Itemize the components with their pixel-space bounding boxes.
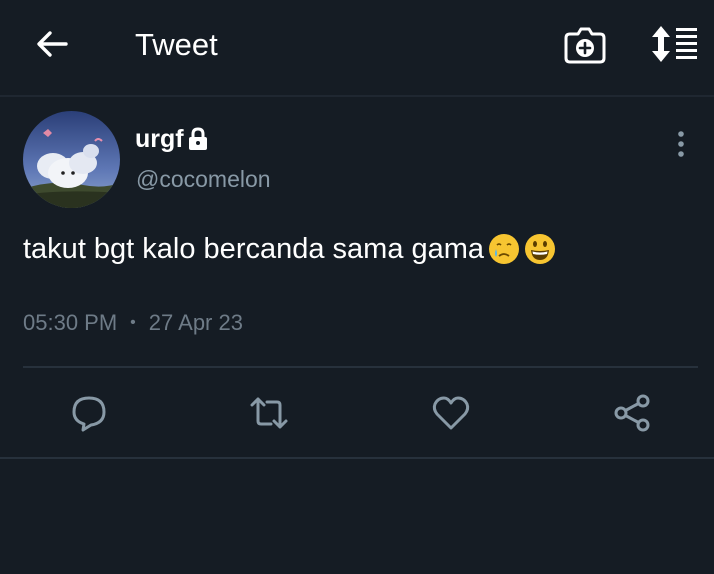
tweet-date: 27 Apr 23 (148, 310, 243, 335)
arrow-left-icon (37, 31, 68, 57)
back-button[interactable] (30, 24, 74, 64)
author-name-row: urgf (135, 124, 209, 154)
share-icon (614, 394, 650, 432)
tweet-text: takut bgt kalo bercanda sama gama (23, 230, 556, 268)
avatar[interactable] (23, 111, 120, 208)
retweet-button[interactable] (249, 393, 289, 433)
divider (23, 366, 698, 368)
grinning-face-emoji (525, 234, 556, 264)
tweet-time: 05:30 PM (23, 310, 118, 335)
tweet-timestamp: 05:30 PM • 27 Apr 23 (23, 309, 243, 337)
lock-icon (188, 127, 207, 150)
sort-list-icon (652, 26, 697, 62)
camera-button[interactable] (562, 22, 608, 66)
avatar-image (23, 111, 120, 208)
reply-icon (72, 396, 106, 432)
divider (0, 457, 714, 459)
more-options-button[interactable] (668, 128, 694, 160)
heart-icon (432, 396, 470, 430)
separator-dot: • (130, 314, 136, 331)
share-button[interactable] (612, 393, 652, 433)
reply-button[interactable] (69, 393, 109, 433)
camera-plus-icon (564, 27, 606, 64)
more-vertical-icon (678, 131, 684, 157)
display-name[interactable]: urgf (135, 124, 184, 154)
like-button[interactable] (431, 393, 471, 433)
top-app-bar: Tweet (0, 0, 714, 97)
reorder-button[interactable] (648, 24, 700, 64)
retweet-icon (250, 397, 288, 429)
user-handle[interactable]: @cocomelon (136, 165, 271, 193)
face-holding-back-tears-emoji (489, 234, 520, 264)
tweet-body: takut bgt kalo bercanda sama gama (23, 233, 485, 265)
page-title: Tweet (135, 27, 218, 62)
